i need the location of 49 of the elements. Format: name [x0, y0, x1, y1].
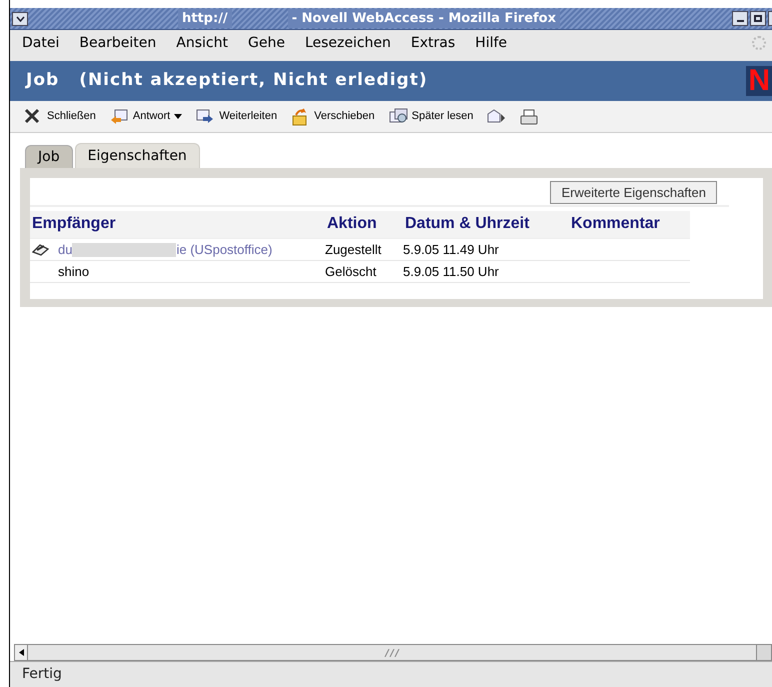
toolbar-button[interactable]: Antwort: [110, 108, 170, 126]
menu-item[interactable]: Datei: [22, 32, 60, 54]
printer-button[interactable]: [520, 108, 540, 126]
envelope-arrow-button[interactable]: [487, 108, 506, 126]
toolbar-button[interactable]: Später lesen: [388, 108, 474, 126]
menu-item[interactable]: Extras: [410, 32, 456, 54]
scroll-left-button[interactable]: [15, 645, 28, 660]
window-menu-button[interactable]: [12, 12, 28, 26]
action-cell-text: Zugestellt: [325, 240, 382, 259]
menu-item[interactable]: Lesezeichen: [304, 32, 391, 54]
advanced-properties-button[interactable]: Erweiterte Eigenschaften: [550, 181, 717, 204]
window-title: - Novell WebAccess - Mozilla Firefox: [288, 8, 560, 28]
column-header: Kommentar: [571, 214, 661, 234]
toolbar-button[interactable]: Weiterleiten: [196, 108, 278, 126]
reply-icon: [110, 108, 129, 126]
menu-item[interactable]: Hilfe: [475, 32, 508, 54]
date-cell-text: 5.9.05 11.49 Uhr: [403, 240, 500, 259]
status-text: Fertig: [22, 665, 62, 684]
tab[interactable]: Eigenschaften: [74, 143, 200, 168]
chevron-icon: [16, 16, 24, 22]
menu-item[interactable]: Bearbeiten: [79, 32, 156, 54]
maximize-button[interactable]: [750, 11, 766, 26]
toolbar-button[interactable]: Verschieben: [291, 108, 375, 126]
column-header: Empfänger: [32, 214, 117, 234]
logo: N: [746, 66, 772, 96]
header-subtitle: (Nicht akzeptiert, Nicht erledigt): [79, 69, 428, 92]
grip-icon: [384, 648, 400, 656]
envelope-arrow-icon: [487, 108, 506, 126]
scroll-thumb[interactable]: [28, 645, 757, 660]
menu-item[interactable]: Ansicht: [176, 32, 228, 54]
header-title: Job: [26, 69, 60, 92]
left-arrow-icon: [18, 649, 24, 656]
recipient-link[interactable]: ie (USpostoffice): [176, 240, 272, 260]
window-title: http://: [178, 8, 232, 28]
spinner-icon: [752, 36, 766, 50]
menu-item[interactable]: Gehe: [248, 32, 285, 54]
minimize-button[interactable]: [732, 11, 748, 26]
action-cell-text: Gelöscht: [325, 262, 378, 281]
printer-icon: [520, 108, 540, 126]
recipient-name: shino: [58, 262, 90, 281]
column-header: Aktion: [327, 214, 378, 234]
forward-icon: [196, 108, 216, 126]
envelopes-clock-icon: [388, 108, 408, 126]
envelope-pencil-icon: [32, 243, 50, 256]
tab[interactable]: Job: [25, 145, 73, 168]
recipient-link[interactable]: du: [58, 240, 72, 260]
column-header: Datum & Uhrzeit: [405, 214, 530, 234]
toolbar-button[interactable]: Schließen: [24, 108, 96, 126]
date-cell-text: 5.9.05 11.50 Uhr: [403, 262, 500, 281]
